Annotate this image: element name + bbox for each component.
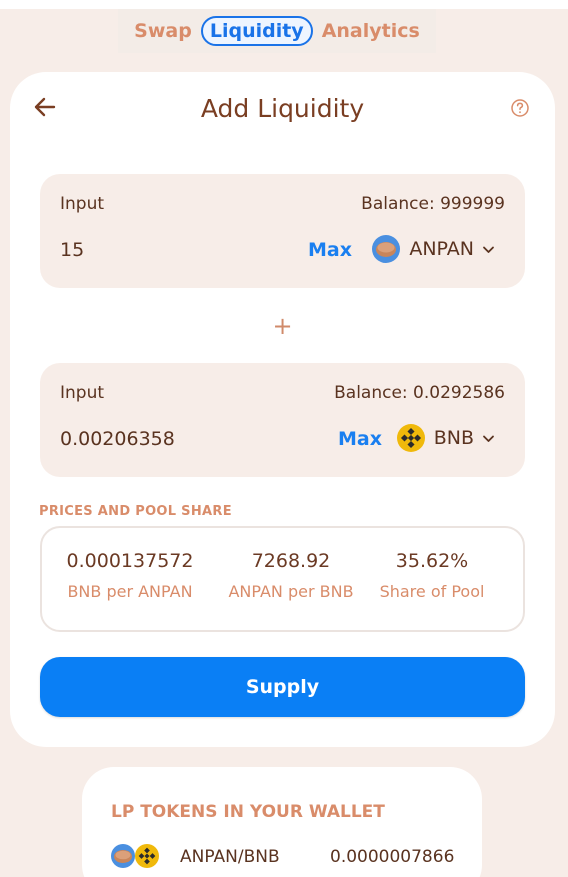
tab-swap[interactable]: Swap bbox=[125, 16, 201, 46]
tab-liquidity[interactable]: Liquidity bbox=[200, 16, 313, 46]
price-label: Share of Pool bbox=[379, 582, 485, 601]
supply-button[interactable]: Supply bbox=[40, 657, 525, 717]
input-panel-anpan: Input Balance: 999999 Max ANPAN bbox=[40, 174, 525, 288]
token-name: ANPAN bbox=[409, 238, 474, 260]
price-label: ANPAN per BNB bbox=[228, 582, 354, 601]
chevron-down-icon bbox=[483, 246, 494, 253]
token-pair-icon bbox=[111, 844, 159, 868]
price-value: 7268.92 bbox=[251, 550, 331, 572]
token-select-anpan[interactable]: ANPAN bbox=[371, 232, 495, 266]
amount-input-bnb[interactable] bbox=[60, 423, 260, 455]
add-liquidity-card: Add Liquidity Input Balance: 999999 Max … bbox=[10, 72, 555, 747]
page-title: Add Liquidity bbox=[200, 94, 365, 123]
prices-heading: PRICES AND POOL SHARE bbox=[39, 504, 232, 519]
input-label: Input bbox=[60, 383, 105, 403]
amount-input-anpan[interactable] bbox=[60, 234, 260, 266]
price-item: 7268.92 ANPAN per BNB bbox=[222, 550, 360, 601]
price-item: 0.000137572 BNB per ANPAN bbox=[64, 550, 196, 601]
max-button[interactable]: Max bbox=[308, 239, 352, 261]
question-circle-icon[interactable] bbox=[510, 98, 530, 118]
price-item: 35.62% Share of Pool bbox=[376, 550, 488, 601]
prices-box: 0.000137572 BNB per ANPAN 7268.92 ANPAN … bbox=[40, 526, 525, 632]
top-strip bbox=[0, 0, 568, 9]
lp-tokens-card: LP TOKENS IN YOUR WALLET ANPAN/BNB 0.000… bbox=[82, 767, 482, 877]
input-label: Input bbox=[60, 194, 105, 214]
balance-label: Balance: 0.0292586 bbox=[334, 383, 505, 403]
token-select-bnb[interactable]: BNB bbox=[396, 421, 495, 455]
price-value: 35.62% bbox=[395, 550, 469, 572]
chevron-down-icon bbox=[483, 435, 494, 442]
input-panel-bnb: Input Balance: 0.0292586 Max BNB bbox=[40, 363, 525, 477]
bnb-token-icon bbox=[396, 424, 425, 452]
plus-icon: + bbox=[272, 312, 293, 340]
lp-amount: 0.0000007866 bbox=[330, 847, 455, 867]
tab-analytics[interactable]: Analytics bbox=[313, 16, 429, 46]
price-label: BNB per ANPAN bbox=[67, 582, 193, 601]
lp-title: LP TOKENS IN YOUR WALLET bbox=[111, 802, 385, 822]
token-name: BNB bbox=[433, 427, 474, 449]
balance-label: Balance: 999999 bbox=[361, 194, 505, 214]
price-value: 0.000137572 bbox=[66, 550, 194, 572]
anpan-token-icon bbox=[372, 235, 401, 263]
max-button[interactable]: Max bbox=[338, 428, 382, 450]
lp-row: ANPAN/BNB 0.0000007866 bbox=[110, 843, 460, 873]
main-nav: Swap Liquidity Analytics bbox=[118, 9, 436, 53]
lp-pair-label: ANPAN/BNB bbox=[180, 847, 280, 867]
